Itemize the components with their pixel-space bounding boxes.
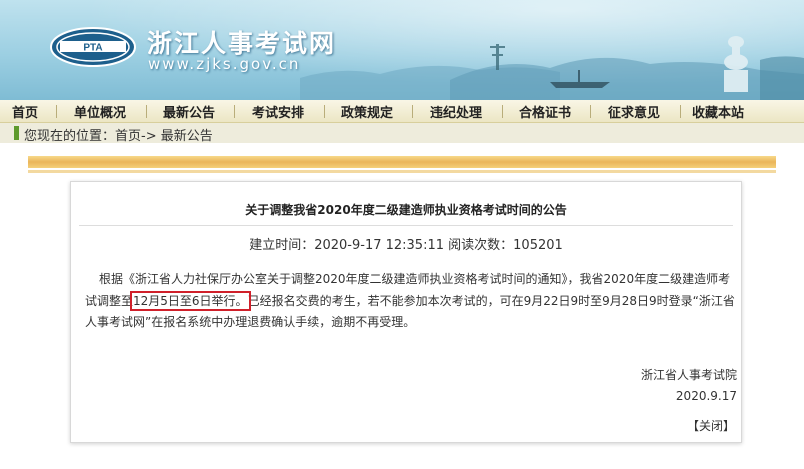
article-panel: 关于调整我省2020年度二级建造师执业资格考试时间的公告 建立时间：2020-9… — [70, 181, 742, 443]
nav-item-certificates[interactable]: 合格证书 — [519, 102, 571, 121]
article-meta: 建立时间：2020-9-17 12:35:11 阅读次数：105201 — [71, 234, 741, 253]
breadcrumb: 您现在的位置：首页-> 最新公告 — [0, 123, 804, 144]
nav-divider — [502, 105, 503, 118]
title-divider — [79, 225, 733, 226]
nav-item-exam-schedule[interactable]: 考试安排 — [252, 102, 304, 121]
nav-divider — [680, 105, 681, 118]
main-nav: 首页 单位概况 最新公告 考试安排 政策规定 违纪处理 合格证书 征求意见 收藏… — [0, 100, 804, 123]
nav-divider — [412, 105, 413, 118]
nav-item-about[interactable]: 单位概况 — [74, 102, 126, 121]
nav-item-policies[interactable]: 政策规定 — [341, 102, 393, 121]
views-count: 105201 — [513, 238, 563, 253]
highlighted-exam-date: 12月5日至6日举行。 — [130, 290, 251, 311]
breadcrumb-marker — [14, 126, 19, 140]
nav-divider — [590, 105, 591, 118]
breadcrumb-text: 您现在的位置：首页-> 最新公告 — [24, 125, 213, 144]
nav-item-home[interactable]: 首页 — [12, 102, 38, 121]
site-header: PTA 浙江人事考试网 www.zjks.gov.cn — [0, 0, 804, 100]
nav-divider — [146, 105, 147, 118]
nav-divider — [234, 105, 235, 118]
created-label: 建立时间： — [249, 238, 315, 253]
decorative-strip — [28, 156, 776, 168]
created-time: 2020-9-17 12:35:11 — [314, 238, 444, 253]
signature-org: 浙江省人事考试院 — [640, 368, 737, 382]
west-lake-scenery-image — [300, 36, 804, 100]
nav-item-violations[interactable]: 违纪处理 — [430, 102, 482, 121]
breadcrumb-current-link[interactable]: 最新公告 — [161, 129, 213, 144]
site-url: www.zjks.gov.cn — [148, 55, 301, 73]
decorative-line — [28, 170, 776, 173]
breadcrumb-prefix: 您现在的位置： — [24, 129, 116, 144]
nav-item-bookmark[interactable]: 收藏本站 — [692, 102, 744, 121]
nav-divider — [56, 105, 57, 118]
close-button[interactable]: 【关闭】 — [687, 417, 735, 434]
nav-item-announcements[interactable]: 最新公告 — [163, 102, 215, 121]
pta-logo: PTA — [50, 27, 136, 67]
article-signature: 浙江省人事考试院 2020.9.17 — [641, 365, 737, 407]
logo-text: PTA — [83, 43, 102, 54]
signature-date: 2020.9.17 — [675, 389, 737, 403]
article-body: 根据《浙江省人力社保厅办公室关于调整2020年度二级建造师执业资格考试时间的通知… — [85, 269, 735, 334]
nav-item-feedback[interactable]: 征求意见 — [608, 102, 660, 121]
breadcrumb-arrow: -> — [141, 129, 157, 144]
nav-divider — [324, 105, 325, 118]
breadcrumb-home-link[interactable]: 首页 — [115, 129, 141, 144]
views-label: 阅读次数： — [448, 238, 514, 253]
article-title: 关于调整我省2020年度二级建造师执业资格考试时间的公告 — [245, 203, 567, 217]
